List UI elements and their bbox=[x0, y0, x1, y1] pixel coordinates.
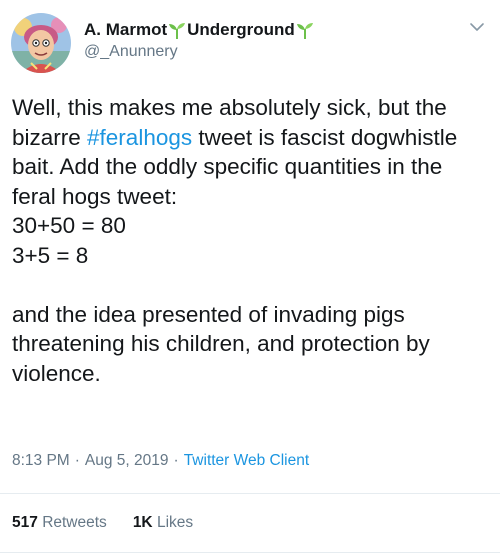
divider bbox=[0, 552, 500, 553]
tweet-sum-1: 30+50 = 80 bbox=[12, 213, 126, 238]
tweet-paragraph-2: and the idea presented of invading pigs … bbox=[12, 301, 430, 386]
likes-stat[interactable]: 1K Likes bbox=[133, 514, 193, 531]
tweet-text: Well, this makes me absolutely sick, but… bbox=[12, 93, 488, 388]
meta-separator: · bbox=[74, 452, 80, 469]
tweet-time[interactable]: 8:13 PM bbox=[12, 452, 70, 469]
retweets-count: 517 bbox=[12, 514, 38, 531]
retweets-stat[interactable]: 517 Retweets bbox=[12, 514, 107, 531]
tweet-date[interactable]: Aug 5, 2019 bbox=[85, 452, 169, 469]
likes-count: 1K bbox=[132, 514, 153, 531]
hashtag-link[interactable]: #feralhogs bbox=[87, 125, 192, 150]
tweet-paragraph-1: Well, this makes me absolutely sick, but… bbox=[12, 93, 488, 211]
display-name-part2: Underground bbox=[187, 20, 295, 39]
tweet-meta: 8:13 PM · Aug 5, 2019 · Twitter Web Client bbox=[12, 452, 309, 470]
display-name[interactable]: A. Marmot Underground bbox=[84, 18, 315, 42]
tweet-stats: 517 Retweets 1K Likes bbox=[12, 514, 219, 532]
avatar[interactable] bbox=[11, 13, 71, 73]
chevron-down-icon[interactable] bbox=[468, 20, 486, 34]
divider bbox=[0, 493, 500, 494]
tweet-client-link[interactable]: Twitter Web Client bbox=[184, 452, 309, 469]
tweet-sum-2: 3+5 = 8 bbox=[12, 242, 89, 268]
tweet-card: A. Marmot Underground @_Anunnery Well, t… bbox=[0, 0, 500, 557]
likes-label: Likes bbox=[156, 514, 194, 531]
display-name-part1: A. Marmot bbox=[84, 20, 168, 39]
user-handle[interactable]: @_Anunnery bbox=[84, 43, 178, 61]
retweets-label: Retweets bbox=[42, 514, 107, 531]
meta-separator: · bbox=[173, 452, 179, 469]
sprout-emoji-icon bbox=[296, 20, 314, 40]
sprout-emoji-icon bbox=[168, 20, 186, 40]
